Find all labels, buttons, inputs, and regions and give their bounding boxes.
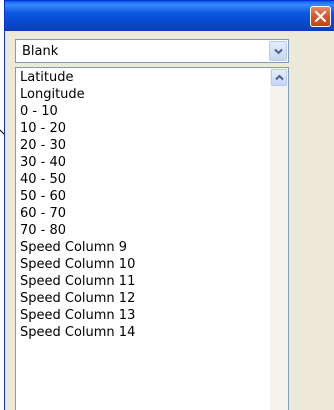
list-item[interactable]: 70 - 80 [20, 222, 135, 239]
field-dropdown[interactable]: Blank [15, 39, 289, 63]
list-item[interactable]: 0 - 10 [20, 103, 135, 120]
dropdown-selected-value: Blank [22, 44, 59, 59]
list-item[interactable]: 50 - 60 [20, 188, 135, 205]
close-button[interactable] [310, 6, 331, 27]
list-item[interactable]: Speed Column 14 [20, 324, 135, 341]
list-item[interactable]: 40 - 50 [20, 171, 135, 188]
close-x-icon [314, 10, 327, 23]
list-item[interactable]: Longitude [20, 86, 135, 103]
dialog-window: Blank Latitude Longitude 0 - 10 10 - 20 … [4, 0, 334, 410]
list-item[interactable]: 10 - 20 [20, 120, 135, 137]
screenshot-stage: Blank Latitude Longitude 0 - 10 10 - 20 … [0, 0, 334, 410]
scroll-up-button[interactable] [271, 69, 287, 86]
list-item[interactable]: Speed Column 12 [20, 290, 135, 307]
field-list-items: Latitude Longitude 0 - 10 10 - 20 20 - 3… [20, 69, 135, 341]
list-item[interactable]: 60 - 70 [20, 205, 135, 222]
chevron-down-icon [273, 48, 283, 54]
dropdown-arrow-button[interactable] [269, 41, 287, 61]
list-scrollbar[interactable] [270, 68, 288, 410]
chevron-up-icon [274, 74, 284, 81]
list-item[interactable]: Speed Column 13 [20, 307, 135, 324]
title-bar[interactable] [5, 1, 334, 31]
list-item[interactable]: Speed Column 10 [20, 256, 135, 273]
list-item[interactable]: Latitude [20, 69, 135, 86]
list-item[interactable]: Speed Column 9 [20, 239, 135, 256]
list-item[interactable]: Speed Column 11 [20, 273, 135, 290]
list-item[interactable]: 30 - 40 [20, 154, 135, 171]
field-list[interactable]: Latitude Longitude 0 - 10 10 - 20 20 - 3… [15, 67, 289, 410]
list-item[interactable]: 20 - 30 [20, 137, 135, 154]
